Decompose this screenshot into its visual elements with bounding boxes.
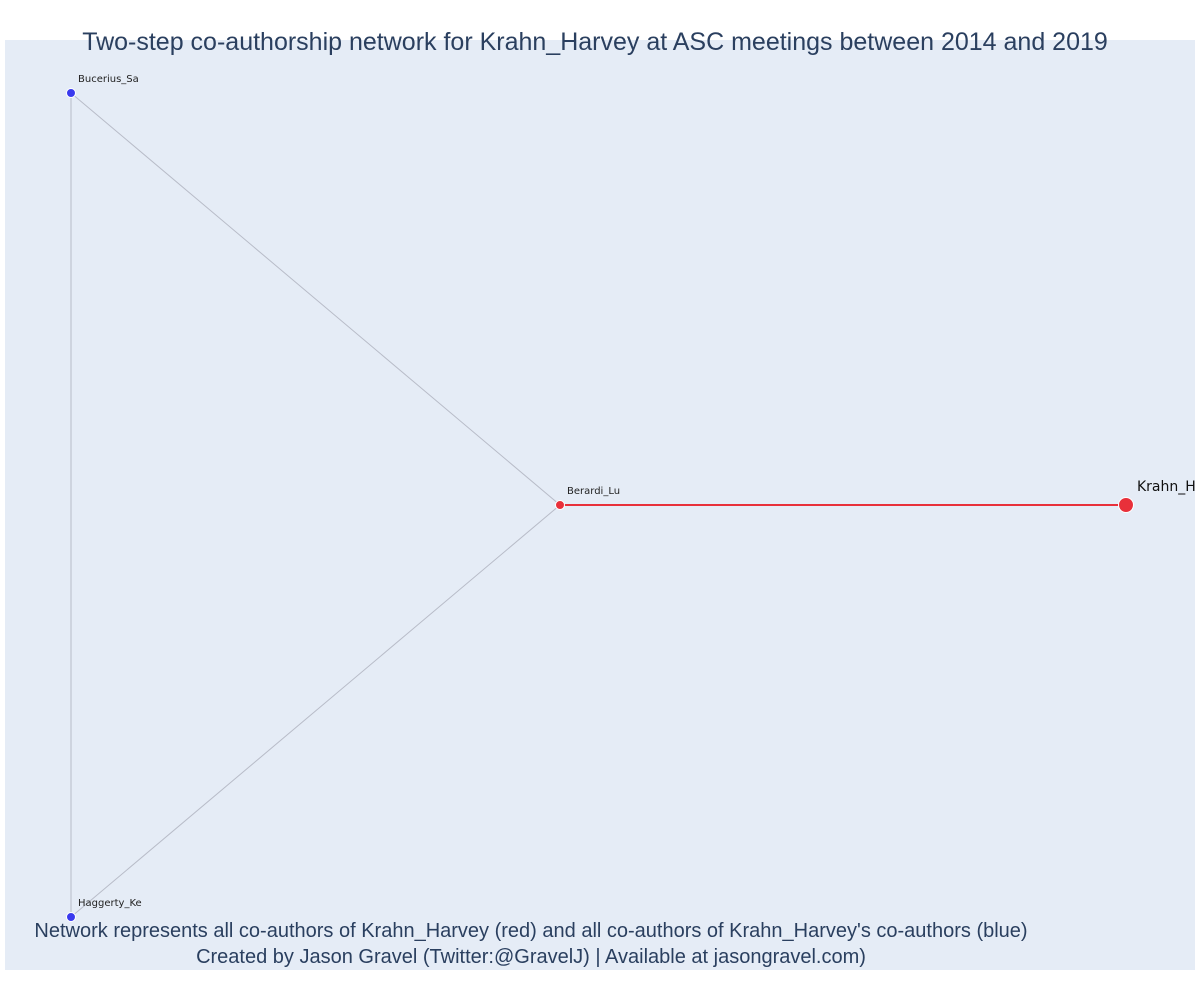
node-krahn_h bbox=[1118, 497, 1134, 513]
edges-layer bbox=[70, 92, 1126, 918]
edge-bucerius_sa-berardi_lu bbox=[70, 92, 561, 506]
node-berardi_lu bbox=[555, 500, 565, 510]
node-bucerius_sa bbox=[66, 88, 76, 98]
footer-caption: Network represents all co-authors of Kra… bbox=[0, 918, 1062, 970]
node-label-berardi_lu: Berardi_Lu bbox=[567, 486, 620, 497]
labels-layer: Bucerius_Sa Berardi_Lu Krahn_H Haggerty_Ke bbox=[78, 74, 1196, 909]
edge-haggerty_ke-berardi_lu bbox=[70, 504, 561, 918]
network-graph: Bucerius_Sa Berardi_Lu Krahn_H Haggerty_Ke bbox=[66, 74, 1196, 922]
footer-line-1: Network represents all co-authors of Kra… bbox=[34, 920, 1028, 942]
footer-line-2: Created by Jason Gravel (Twitter:@Gravel… bbox=[196, 946, 866, 968]
node-label-krahn_h: Krahn_H bbox=[1137, 479, 1196, 495]
node-label-bucerius_sa: Bucerius_Sa bbox=[78, 74, 139, 85]
node-label-haggerty_ke: Haggerty_Ke bbox=[78, 898, 142, 909]
